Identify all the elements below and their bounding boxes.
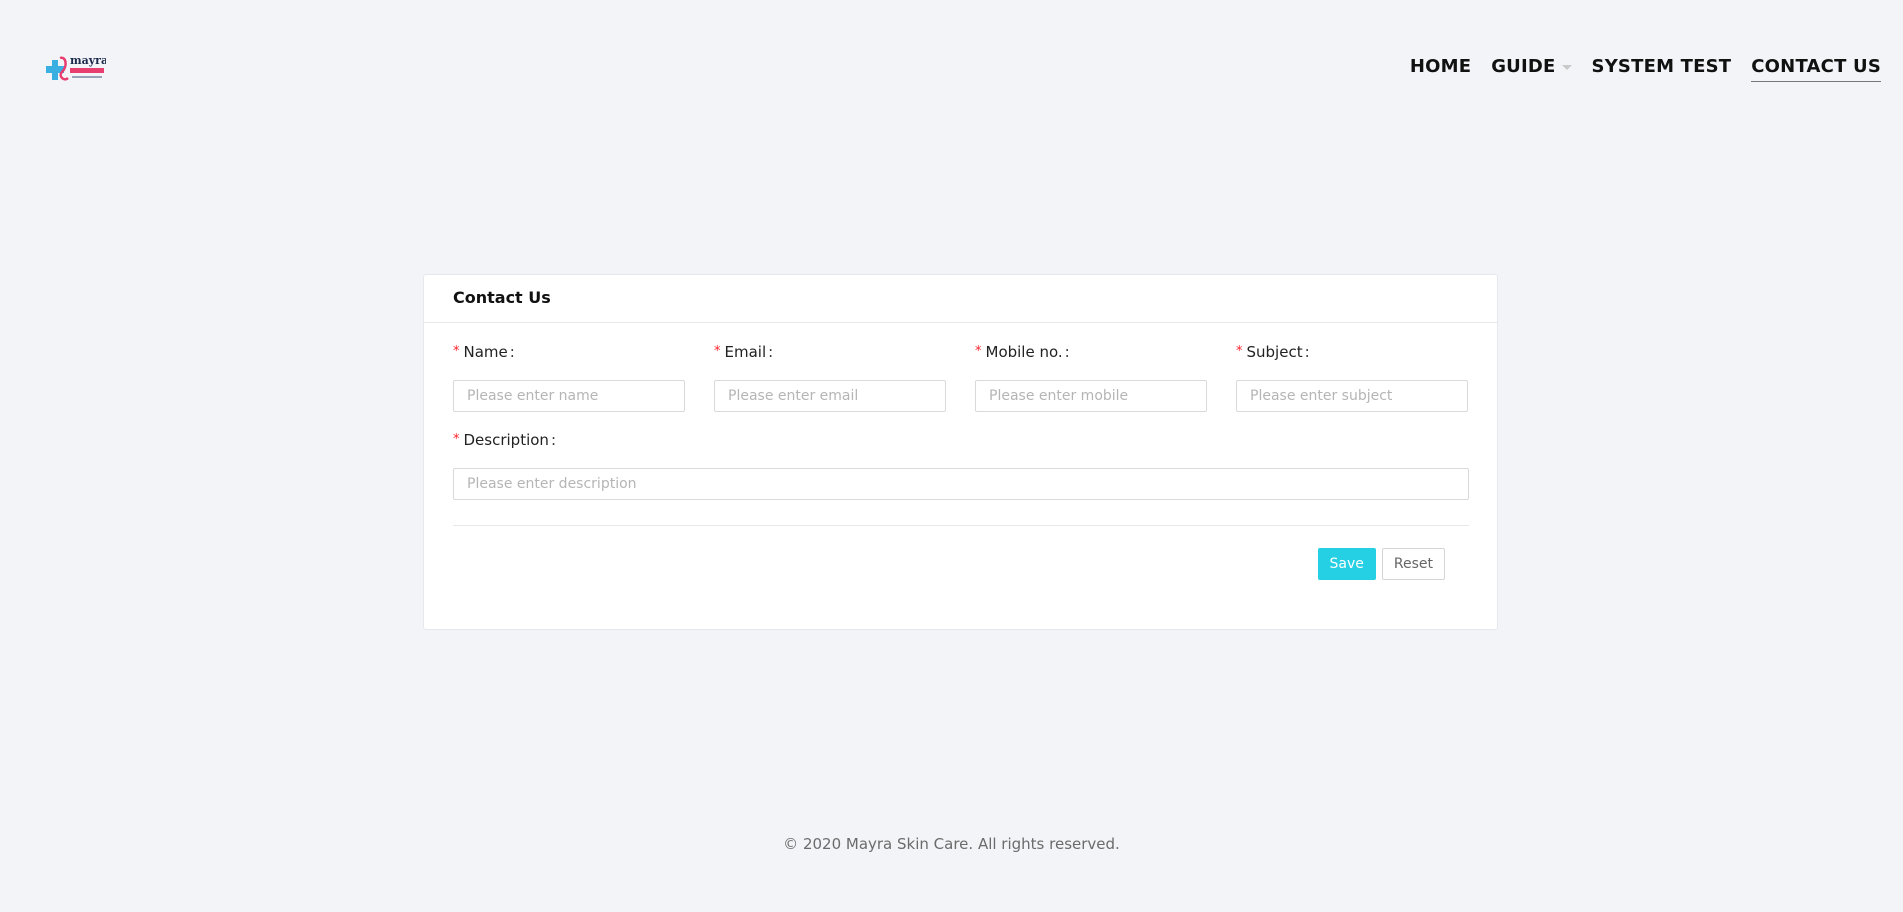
contact-form: * Name : * Email : * Mobile no. : <box>424 323 1497 580</box>
nav-home-label: HOME <box>1409 56 1472 77</box>
name-label-text: Name <box>463 343 508 361</box>
mobile-input[interactable] <box>975 380 1207 412</box>
nav-guide[interactable]: GUIDE <box>1491 56 1572 82</box>
subject-label: * Subject : <box>1236 341 1468 363</box>
email-label-text: Email <box>724 343 767 361</box>
name-field-group: * Name : <box>453 341 685 412</box>
name-label: * Name : <box>453 341 685 363</box>
required-mark: * <box>975 344 982 359</box>
reset-button[interactable]: Reset <box>1381 548 1445 580</box>
logo-icon[interactable]: mayra <box>46 52 106 86</box>
nav-system-test-label: SYSTEM TEST <box>1591 56 1732 77</box>
site-header: mayra HOME GUIDE SYSTEM TEST CONTACT US <box>0 0 1903 140</box>
label-colon: : <box>1304 343 1310 361</box>
form-actions: Save Reset <box>453 548 1468 580</box>
subject-label-text: Subject <box>1246 343 1303 361</box>
form-row: * Name : * Email : * Mobile no. : <box>453 341 1468 412</box>
main-nav: HOME GUIDE SYSTEM TEST CONTACT US <box>1410 56 1881 82</box>
footer-copyright: © 2020 Mayra Skin Care. All rights reser… <box>783 835 1120 853</box>
form-row: * Description : <box>453 429 1469 500</box>
nav-guide-label: GUIDE <box>1491 56 1556 77</box>
description-field-group: * Description : <box>453 429 1469 500</box>
card-title: Contact Us <box>453 288 551 307</box>
label-colon: : <box>768 343 774 361</box>
label-colon: : <box>550 431 556 449</box>
required-mark: * <box>453 432 460 447</box>
label-colon: : <box>1064 343 1070 361</box>
logo-text: mayra <box>70 54 106 67</box>
mobile-field-group: * Mobile no. : <box>975 341 1207 412</box>
description-label-text: Description <box>463 431 549 449</box>
mobile-label: * Mobile no. : <box>975 341 1207 363</box>
nav-home[interactable]: HOME <box>1410 56 1471 82</box>
description-input[interactable] <box>453 468 1469 500</box>
required-mark: * <box>453 344 460 359</box>
email-label: * Email : <box>714 341 946 363</box>
required-mark: * <box>714 344 721 359</box>
subject-input[interactable] <box>1236 380 1468 412</box>
name-input[interactable] <box>453 380 685 412</box>
contact-form-card: Contact Us * Name : * Email : <box>423 274 1498 630</box>
chevron-down-icon <box>1561 65 1572 70</box>
email-input[interactable] <box>714 380 946 412</box>
form-divider <box>453 525 1469 526</box>
description-label: * Description : <box>453 429 1469 451</box>
nav-contact-us-label: CONTACT US <box>1751 56 1881 77</box>
mobile-label-text: Mobile no. <box>985 343 1063 361</box>
label-colon: : <box>509 343 515 361</box>
card-header: Contact Us <box>424 275 1497 323</box>
nav-contact-us[interactable]: CONTACT US <box>1751 56 1881 82</box>
email-field-group: * Email : <box>714 341 946 412</box>
nav-system-test[interactable]: SYSTEM TEST <box>1592 56 1732 82</box>
required-mark: * <box>1236 344 1243 359</box>
save-button[interactable]: Save <box>1317 548 1376 580</box>
subject-field-group: * Subject : <box>1236 341 1468 412</box>
